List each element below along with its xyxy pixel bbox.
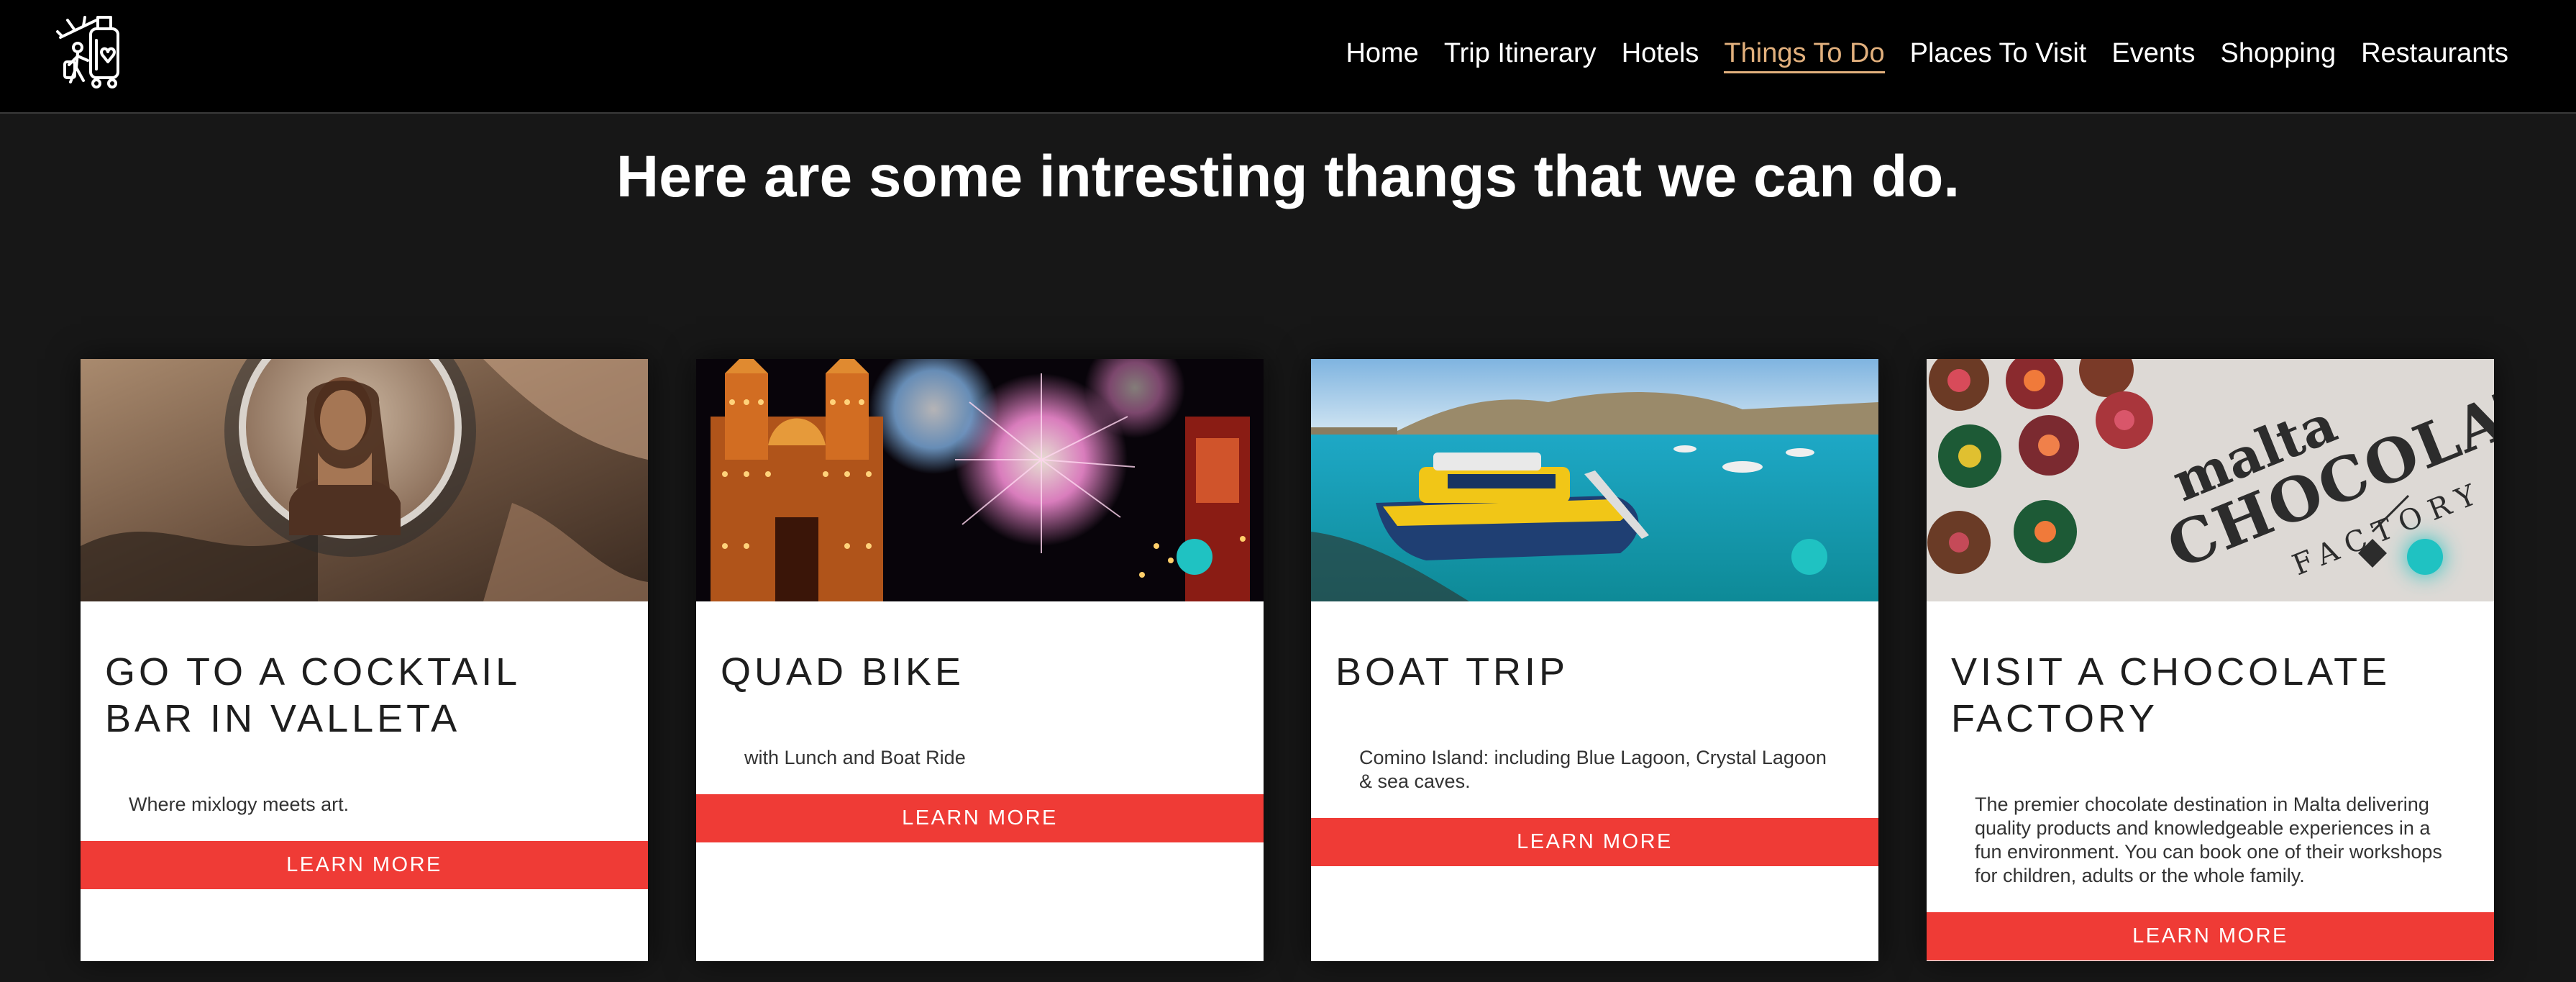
nav-places-to-visit[interactable]: Places To Visit xyxy=(1910,32,2087,75)
nav-home[interactable]: Home xyxy=(1346,32,1418,75)
nav-events[interactable]: Events xyxy=(2111,32,2195,75)
teal-dot-icon xyxy=(2407,539,2443,575)
travel-suitcase-logo[interactable] xyxy=(55,10,134,89)
top-navigation-bar: Home Trip Itinerary Hotels Things To Do … xyxy=(0,0,2576,114)
card-cocktail-bar: GO TO A COCKTAIL BAR IN VALLETA Where mi… xyxy=(81,359,648,961)
nav-hotels[interactable]: Hotels xyxy=(1622,32,1699,75)
card-quad-bike: QUAD BIKE with Lunch and Boat Ride LEARN… xyxy=(696,359,1264,961)
card-boat-trip: BOAT TRIP Comino Island: including Blue … xyxy=(1311,359,1878,961)
teal-dot-icon xyxy=(1177,539,1212,575)
card-title: VISIT A CHOCOLATE FACTORY xyxy=(1951,650,2391,740)
card-title: QUAD BIKE xyxy=(721,650,965,694)
card-description: Comino Island: including Blue Lagoon, Cr… xyxy=(1359,747,1827,792)
learn-more-button[interactable]: LEARN MORE xyxy=(1927,912,2494,960)
card-description: Where mixlogy meets art. xyxy=(129,794,350,815)
card-title: BOAT TRIP xyxy=(1335,650,1569,694)
nav-trip-itinerary[interactable]: Trip Itinerary xyxy=(1444,32,1597,75)
card-title: GO TO A COCKTAIL BAR IN VALLETA xyxy=(105,650,520,740)
learn-more-button[interactable]: LEARN MORE xyxy=(1311,818,1878,866)
nav-things-to-do[interactable]: Things To Do xyxy=(1724,32,1885,75)
teal-dot-icon xyxy=(1791,539,1827,575)
nav-shopping[interactable]: Shopping xyxy=(2221,32,2337,75)
card-description: with Lunch and Boat Ride xyxy=(744,747,966,768)
learn-more-button[interactable]: LEARN MORE xyxy=(81,841,648,889)
nav-restaurants[interactable]: Restaurants xyxy=(2361,32,2508,75)
main-nav: Home Trip Itinerary Hotels Things To Do … xyxy=(1346,32,2508,75)
learn-more-button[interactable]: LEARN MORE xyxy=(696,794,1264,842)
card-chocolate-factory: malta CHOCOLATE FACTORY VISIT A CHOCOLAT… xyxy=(1927,359,2494,961)
card-description: The premier chocolate destination in Mal… xyxy=(1975,794,2442,886)
cocktail-art-image xyxy=(81,359,648,601)
page-title: Here are some intresting thangs that we … xyxy=(616,144,1960,209)
